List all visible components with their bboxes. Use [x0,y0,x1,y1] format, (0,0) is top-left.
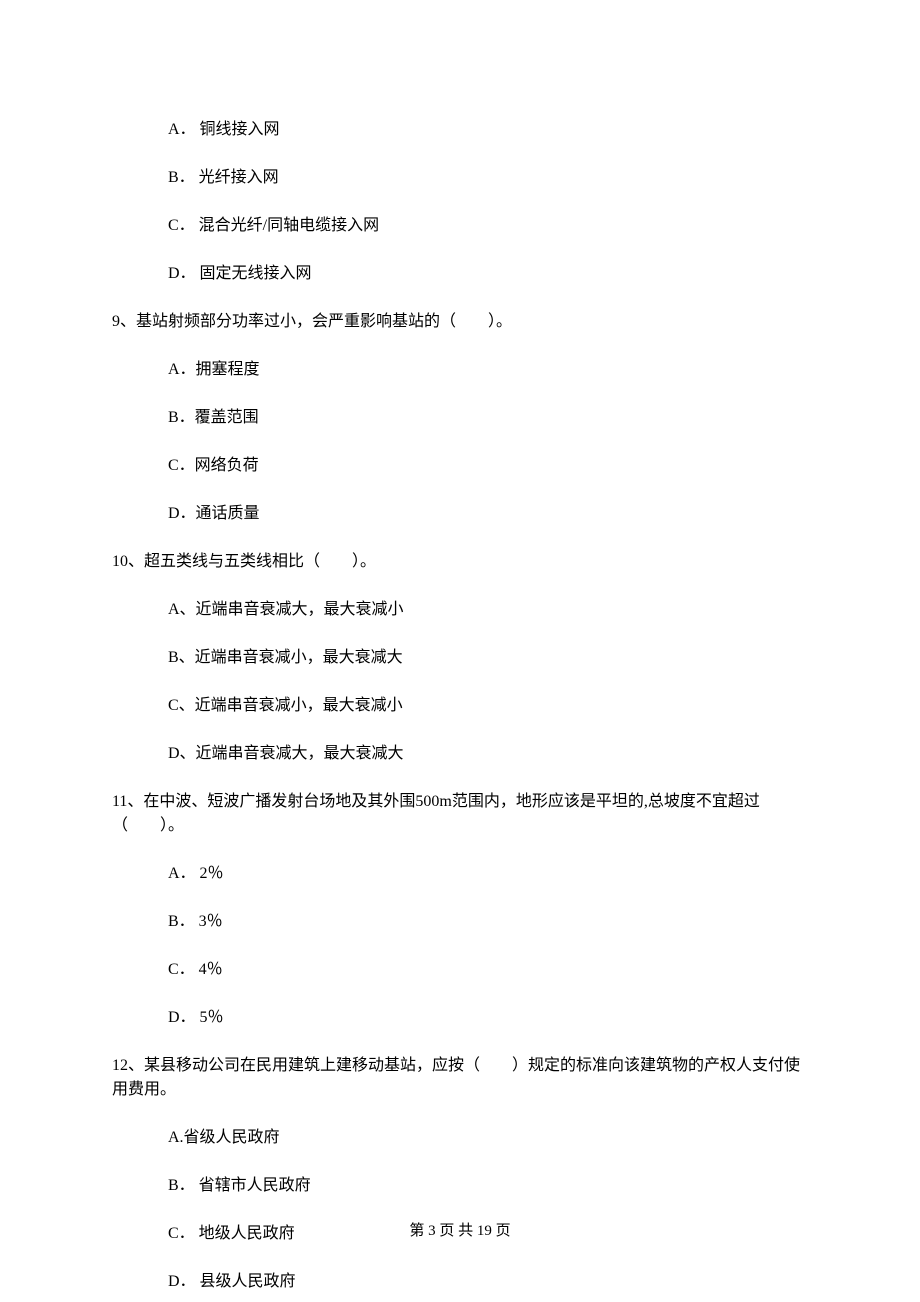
q10-text: 10、超五类线与五类线相比（ ）。 [112,550,808,574]
q10-option-b: B、近端串音衰减小，最大衰减大 [112,646,808,670]
q9-option-d: D．通话质量 [112,502,808,526]
q8-option-d: D． 固定无线接入网 [112,262,808,286]
q9-option-a: A．拥塞程度 [112,358,808,382]
page-footer: 第 3 页 共 19 页 [0,1220,920,1243]
q12-option-d: D． 县级人民政府 [112,1270,808,1294]
q12-text: 12、某县移动公司在民用建筑上建移动基站，应按（ ）规定的标准向该建筑物的产权人… [112,1054,808,1102]
q12-option-b: B． 省辖市人民政府 [112,1174,808,1198]
q8-option-c: C． 混合光纤/同轴电缆接入网 [112,214,808,238]
q10-option-c: C、近端串音衰减小，最大衰减小 [112,694,808,718]
q11-option-b: B． 3％ [112,910,808,934]
q9-text: 9、基站射频部分功率过小，会严重影响基站的（ ）。 [112,310,808,334]
q9-option-b: B．覆盖范围 [112,406,808,430]
q10-option-d: D、近端串音衰减大，最大衰减大 [112,742,808,766]
q11-option-a: A． 2％ [112,862,808,886]
q8-option-a: A． 铜线接入网 [112,118,808,142]
q9-option-c: C．网络负荷 [112,454,808,478]
q11-option-d: D． 5％ [112,1006,808,1030]
page-content: A． 铜线接入网 B． 光纤接入网 C． 混合光纤/同轴电缆接入网 D． 固定无… [0,0,920,1294]
q8-option-b: B． 光纤接入网 [112,166,808,190]
q11-option-c: C． 4％ [112,958,808,982]
q12-option-a: A.省级人民政府 [112,1126,808,1150]
q11-text: 11、在中波、短波广播发射台场地及其外围500m范围内，地形应该是平坦的,总坡度… [112,790,808,838]
q10-option-a: A、近端串音衰减大，最大衰减小 [112,598,808,622]
